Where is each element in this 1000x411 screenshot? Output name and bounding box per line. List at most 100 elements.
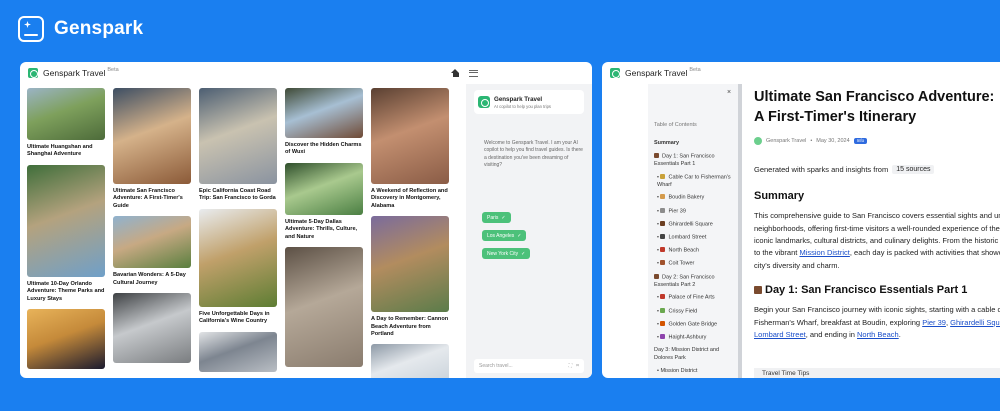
meta-separator: •	[810, 138, 813, 145]
lombard-street-link[interactable]: Lombard Street	[754, 330, 806, 339]
toc-item[interactable]: Summary	[654, 140, 736, 148]
guide-thumbnail	[199, 208, 277, 307]
guide-column: A Weekend of Reflection and Discovery in…	[371, 88, 449, 378]
toc-item[interactable]: • Coit Tower	[654, 260, 736, 268]
guide-card[interactable]: A Day to Remember: Cannon Beach Adventur…	[371, 216, 449, 338]
input-placeholder: Search travel...	[479, 363, 513, 369]
travel-guides-window: Genspark Travel Beta Ultimate Huangshan …	[20, 62, 592, 378]
toc-title: Table of Contents	[654, 122, 697, 128]
summary-line: to the vibrant Mission District, each da…	[754, 247, 1000, 259]
expand-icon[interactable]: ⛶	[569, 363, 573, 369]
suggestion-chip-paris[interactable]: Paris ✓	[482, 212, 511, 223]
day1-heading: Day 1: San Francisco Essentials Part 1	[754, 284, 1000, 296]
toc-item[interactable]: • Crissy Field	[654, 307, 736, 316]
toc-emoji-icon	[654, 273, 659, 279]
text: Fisherman's Wharf, breakfast at Boudin, …	[754, 317, 923, 327]
guide-column: Epic California Coast Road Trip: San Fra…	[199, 88, 277, 378]
guide-card[interactable]	[371, 344, 449, 378]
author[interactable]: Genspark Travel	[766, 138, 806, 144]
guide-title: Ultimate 5-Day Dallas Adventure: Thrills…	[285, 218, 358, 240]
toc-item-label: Crissy Field	[668, 308, 698, 315]
toc-item[interactable]: Day 3: Mission District and Dolores Park	[654, 347, 736, 362]
guide-card[interactable]: Discover the Hidden Charms of Wuxi	[285, 88, 363, 157]
genspark-logo-icon	[18, 16, 44, 42]
toc-item[interactable]: • Ghirardelli Square	[654, 220, 736, 229]
summary-line: iconic landmarks, cultural districts, an…	[754, 236, 1000, 245]
toc-item-label: Haight-Ashbury	[668, 334, 707, 341]
guide-card[interactable]: Bavarian Wonders: A 5-Day Cultural Journ…	[113, 216, 191, 287]
guide-card[interactable]: Ultimate Huangshan and Shanghai Adventur…	[27, 88, 105, 159]
summary-line: This comprehensive guide to San Francisc…	[754, 211, 1000, 221]
toc-item[interactable]: • Golden Gate Bridge	[654, 320, 736, 329]
guide-thumbnail	[371, 216, 449, 313]
article-window: Genspark Travel Beta × Table of Contents…	[602, 62, 1000, 378]
guide-title: A Weekend of Reflection and Discovery in…	[371, 188, 448, 209]
guide-card[interactable]: Ultimate 5-Day Dallas Adventure: Thrills…	[285, 162, 363, 241]
pier-39-link[interactable]: Pier 39	[922, 318, 946, 327]
home-icon[interactable]	[451, 69, 460, 77]
guide-card[interactable]: Epic California Coast Road Trip: San Fra…	[199, 88, 277, 203]
guide-thumbnail	[285, 88, 363, 138]
toc-emoji-icon	[660, 194, 666, 200]
toc-item[interactable]: • Haight-Ashbury	[654, 334, 736, 342]
guide-card[interactable]: A Weekend of Reflection and Discovery in…	[371, 88, 449, 210]
sources-count: 15 sources	[896, 166, 931, 174]
text: to the vibrant	[754, 248, 800, 258]
toc-item[interactable]: • Mission District	[654, 368, 736, 376]
guide-title: Ultimate San Francisco Adventure: A Firs…	[113, 188, 183, 209]
travel-time-tips[interactable]: Travel Time Tips	[754, 368, 1000, 378]
toc-item-label: Day 3: Mission District and Dolores Park	[654, 347, 720, 361]
guide-title: Five Unforgettable Days in California's …	[199, 310, 270, 325]
genspark-brand[interactable]: Genspark	[18, 16, 143, 42]
author-avatar	[754, 137, 762, 146]
guide-thumbnail	[113, 216, 191, 269]
scrollbar[interactable]	[738, 84, 742, 378]
toc-emoji-icon	[660, 234, 666, 239]
suggestion-chip-los-angeles[interactable]: Los Angeles ✓	[482, 230, 527, 241]
summary-paragraph: This comprehensive guide to San Francisc…	[754, 210, 1000, 272]
toc-item[interactable]: • Boudin Bakery	[654, 194, 736, 202]
travel-app-header: Genspark Travel Beta	[20, 62, 592, 84]
toc-item[interactable]: • Lombard Street	[654, 234, 736, 242]
close-icon[interactable]: ×	[727, 89, 731, 96]
toc-item[interactable]: Day 1: San Francisco Essentials Part 1	[654, 152, 736, 169]
toc-item[interactable]: • Pier 39	[654, 207, 736, 216]
table-of-contents: × Table of Contents Summary Day 1: San Fr…	[648, 84, 738, 378]
sources-button[interactable]: 15 sources	[892, 165, 935, 175]
day1-paragraph: Begin your San Francisco journey with ic…	[754, 304, 1000, 341]
toc-item[interactable]: • Cable Car to Fisherman's Wharf	[654, 173, 736, 190]
toc-item-label: Day 1: San Francisco Essentials Part 1	[654, 153, 715, 167]
guide-card[interactable]: Five Unforgettable Days in California's …	[199, 208, 277, 326]
generated-line: Generated with sparks and insights from …	[754, 165, 1000, 175]
generated-text: Generated with sparks and insights from	[754, 165, 889, 175]
guide-card[interactable]	[199, 331, 277, 372]
guide-card[interactable]	[27, 308, 105, 369]
search-travel-input[interactable]: Search travel... ⛶ ⌗	[474, 359, 584, 373]
toc-item[interactable]: • Palace of Fine Arts	[654, 294, 736, 302]
summary-heading: Summary	[754, 190, 805, 203]
chat-title: Genspark Travel	[494, 95, 543, 103]
toc-item-label: Mission District	[660, 367, 698, 374]
info-badge[interactable]: Info	[853, 138, 868, 145]
guide-card[interactable]: Ultimate San Francisco Adventure: A Firs…	[113, 88, 191, 210]
north-beach-link[interactable]: North Beach	[857, 330, 899, 339]
toc-item[interactable]: Day 2: San Francisco Essentials Part 2	[654, 273, 736, 290]
publish-date: May 30, 2024	[816, 138, 850, 145]
ghirardelli-square-link[interactable]: Ghirardelli Square	[950, 318, 1000, 327]
guide-card[interactable]: Ultimate 10-Day Orlando Adventure: Theme…	[27, 164, 105, 303]
guide-thumbnail	[199, 88, 277, 184]
menu-icon[interactable]	[469, 69, 478, 77]
guide-card[interactable]	[285, 246, 363, 367]
guide-thumbnail	[27, 164, 105, 277]
text: .	[898, 330, 901, 340]
mission-district-link[interactable]: Mission District	[799, 248, 849, 257]
suggestion-chip-new-york-city[interactable]: New York City ✓	[482, 248, 531, 259]
send-icon[interactable]: ⌗	[576, 363, 579, 369]
toc-item-label: Cable Car to Fisherman's Wharf	[657, 174, 731, 188]
beta-tag: Beta	[107, 67, 119, 73]
app-title: Genspark Travel	[625, 68, 688, 78]
toc-item[interactable]: • North Beach	[654, 247, 736, 255]
toc-item-label: Golden Gate Bridge	[668, 321, 718, 328]
guide-card[interactable]	[113, 292, 191, 363]
article-body: Ultimate San Francisco Adventure: A Firs…	[754, 88, 1000, 342]
